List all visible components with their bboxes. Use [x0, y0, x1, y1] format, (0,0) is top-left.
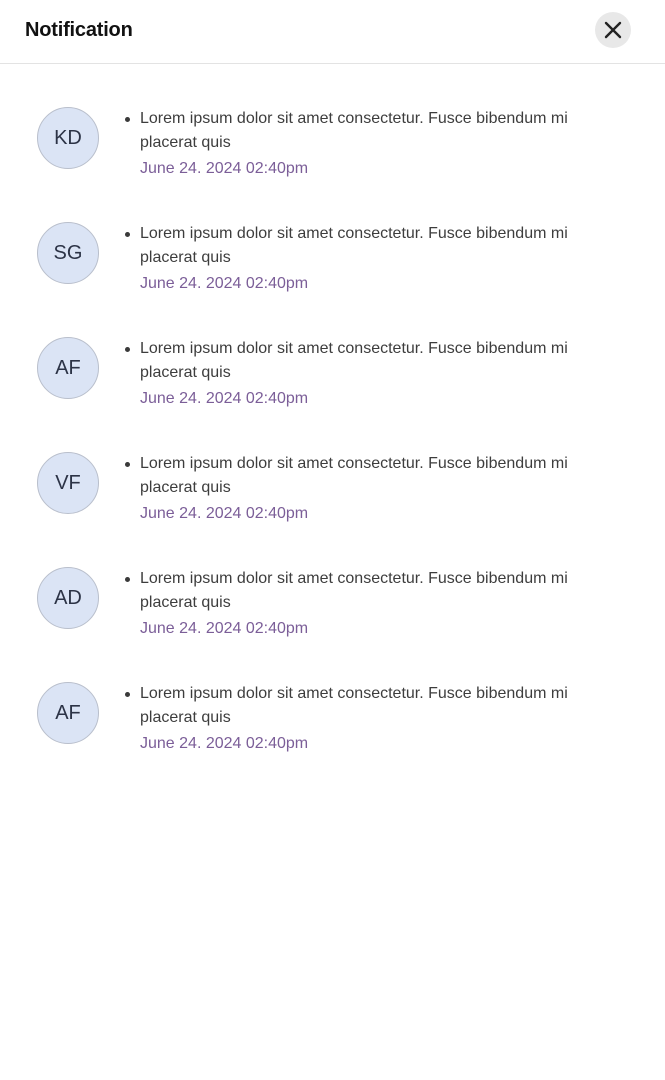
- notification-list: KD Lorem ipsum dolor sit amet consectetu…: [0, 64, 665, 754]
- panel-title: Notification: [25, 19, 133, 41]
- notification-timestamp: June 24. 2024 02:40pm: [140, 620, 309, 637]
- bullet-icon: [125, 347, 130, 352]
- notification-item[interactable]: SG Lorem ipsum dolor sit amet consectetu…: [0, 179, 665, 294]
- notification-item[interactable]: AF Lorem ipsum dolor sit amet consectetu…: [0, 294, 665, 409]
- avatar: AF: [37, 337, 99, 399]
- notification-timestamp: June 24. 2024 02:40pm: [140, 160, 309, 177]
- notification-item[interactable]: AF Lorem ipsum dolor sit amet consectetu…: [0, 639, 665, 754]
- notification-message: Lorem ipsum dolor sit amet consectetur. …: [140, 685, 568, 726]
- bullet-icon: [125, 577, 130, 582]
- bullet-icon: [125, 232, 130, 237]
- bullet-icon: [125, 692, 130, 697]
- notification-message: Lorem ipsum dolor sit amet consectetur. …: [140, 110, 568, 151]
- notification-item[interactable]: KD Lorem ipsum dolor sit amet consectetu…: [0, 64, 665, 179]
- notification-timestamp: June 24. 2024 02:40pm: [140, 735, 309, 752]
- notification-message: Lorem ipsum dolor sit amet consectetur. …: [140, 340, 568, 381]
- notification-item[interactable]: AD Lorem ipsum dolor sit amet consectetu…: [0, 524, 665, 639]
- avatar: SG: [37, 222, 99, 284]
- avatar: AD: [37, 567, 99, 629]
- notification-item[interactable]: VF Lorem ipsum dolor sit amet consectetu…: [0, 409, 665, 524]
- avatar: AF: [37, 682, 99, 744]
- avatar: VF: [37, 452, 99, 514]
- close-icon: [604, 21, 622, 39]
- panel-header: Notification: [0, 0, 665, 64]
- notification-timestamp: June 24. 2024 02:40pm: [140, 275, 309, 292]
- bullet-icon: [125, 462, 130, 467]
- bullet-icon: [125, 117, 130, 122]
- close-button[interactable]: [595, 12, 631, 48]
- notification-message: Lorem ipsum dolor sit amet consectetur. …: [140, 570, 568, 611]
- avatar: KD: [37, 107, 99, 169]
- notification-message: Lorem ipsum dolor sit amet consectetur. …: [140, 225, 568, 266]
- notification-timestamp: June 24. 2024 02:40pm: [140, 390, 309, 407]
- notification-panel: Notification KD Lorem ipsum dolor sit am…: [0, 0, 665, 1080]
- notification-timestamp: June 24. 2024 02:40pm: [140, 505, 309, 522]
- notification-message: Lorem ipsum dolor sit amet consectetur. …: [140, 455, 568, 496]
